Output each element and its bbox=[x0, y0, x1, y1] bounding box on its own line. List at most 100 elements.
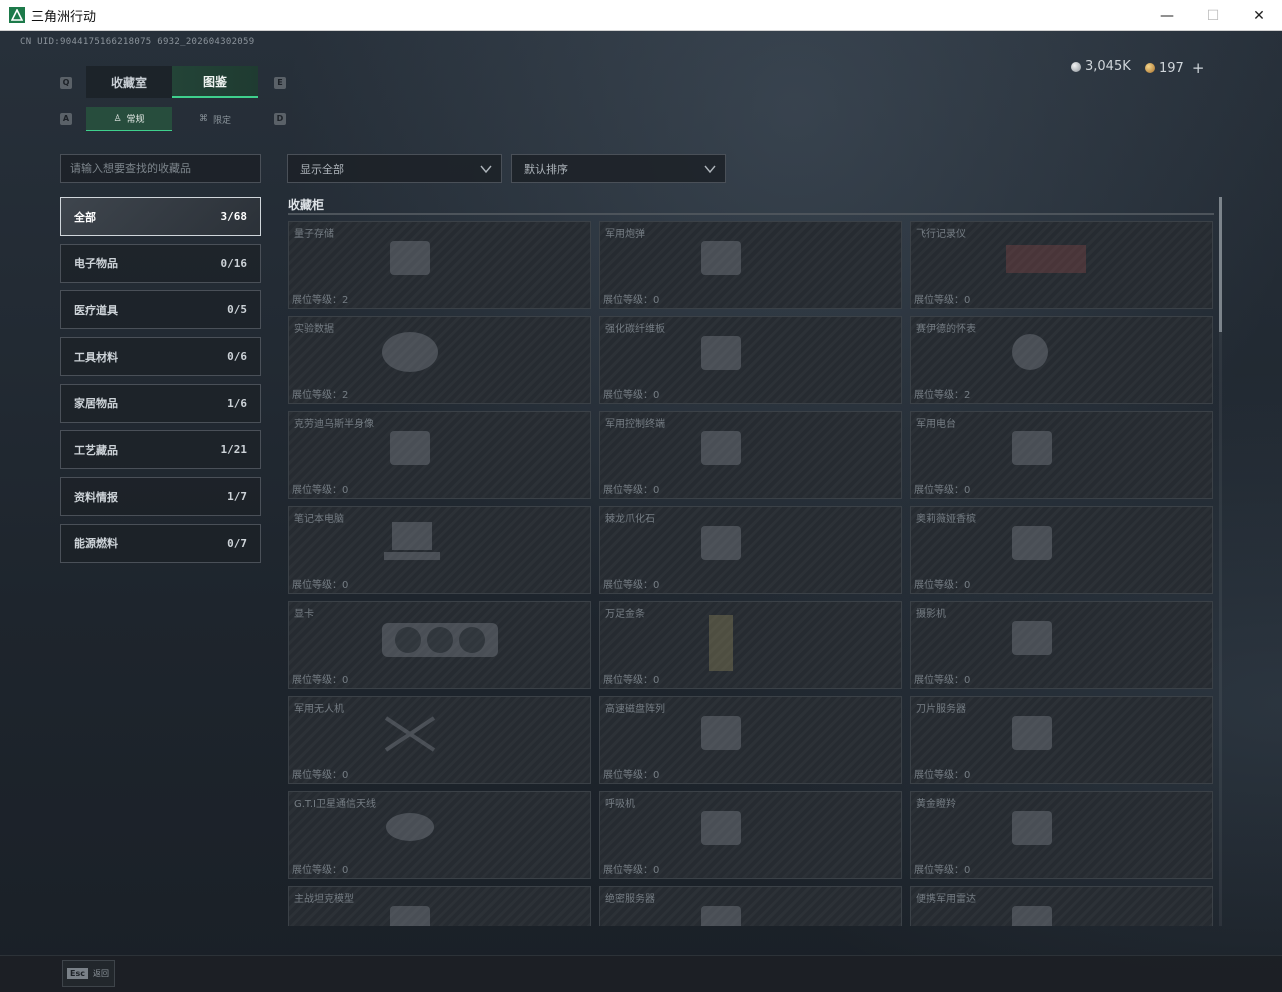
scrollbar-thumb[interactable] bbox=[1219, 197, 1222, 332]
close-button[interactable]: ✕ bbox=[1236, 0, 1282, 31]
collection-card[interactable]: 便携军用雷达 bbox=[910, 886, 1213, 926]
plate-icon bbox=[691, 330, 811, 390]
subtab-limited[interactable]: ⌘ 限定 bbox=[172, 107, 258, 131]
item-name: 呼吸机 bbox=[605, 799, 635, 810]
item-name: 赛伊德的怀表 bbox=[916, 324, 976, 335]
collection-card[interactable]: 量子存储展位等级：2 bbox=[288, 221, 591, 309]
category-intel[interactable]: 资料情报 1/7 bbox=[60, 477, 261, 517]
terminal-icon bbox=[691, 425, 811, 485]
item-name: 实验数据 bbox=[294, 324, 334, 335]
category-label: 工具材料 bbox=[74, 350, 118, 364]
collection-card[interactable]: 主战坦克模型 bbox=[288, 886, 591, 926]
app-logo-icon bbox=[9, 7, 25, 23]
collection-card[interactable]: 实验数据 展位等级：2 bbox=[288, 316, 591, 404]
category-crafts[interactable]: 工艺藏品 1/21 bbox=[60, 430, 261, 470]
level-prefix: 展位等级： bbox=[292, 295, 342, 306]
level-prefix: 展位等级： bbox=[914, 770, 964, 781]
gold-currency: 197 + bbox=[1145, 59, 1204, 77]
back-button[interactable]: Esc 返回 bbox=[62, 960, 115, 987]
level-prefix: 展位等级： bbox=[914, 865, 964, 876]
collection-search-input[interactable] bbox=[60, 154, 261, 183]
collection-card[interactable]: 军用电台 展位等级：0 bbox=[910, 411, 1213, 499]
collection-card[interactable]: 飞行记录仪 展位等级：0 bbox=[910, 221, 1213, 309]
category-count: 1/7 bbox=[227, 490, 247, 504]
tab-label: 图鉴 bbox=[202, 74, 227, 89]
item-name: 量子存储 bbox=[294, 229, 334, 240]
level-value: 0 bbox=[653, 485, 660, 496]
collection-card[interactable]: 笔记本电脑 展位等级：0 bbox=[288, 506, 591, 594]
collection-card[interactable]: 军用无人机 展位等级：0 bbox=[288, 696, 591, 784]
category-label: 能源燃料 bbox=[74, 537, 118, 551]
gazelle-icon bbox=[1002, 805, 1122, 865]
category-tools[interactable]: 工具材料 0/6 bbox=[60, 337, 261, 377]
category-energy[interactable]: 能源燃料 0/7 bbox=[60, 523, 261, 563]
collection-card[interactable]: 万足金条 展位等级：0 bbox=[599, 601, 902, 689]
gold-amount: 197 bbox=[1159, 60, 1184, 76]
maximize-button[interactable]: ☐ bbox=[1190, 0, 1236, 31]
tab-codex[interactable]: 图鉴 bbox=[172, 66, 258, 98]
collection-card[interactable]: 强化碳纤维板 展位等级：0 bbox=[599, 316, 902, 404]
collection-card[interactable]: 呼吸机展位等级：0 bbox=[599, 791, 902, 879]
drone-icon bbox=[380, 710, 500, 770]
item-name: 棘龙爪化石 bbox=[605, 514, 655, 525]
item-booth-level: 展位等级：0 bbox=[914, 766, 970, 781]
gold-bar-icon bbox=[691, 615, 811, 675]
category-list: 全部 3/68 电子物品 0/16 医疗道具 0/5 工具材料 0/6 家居物品… bbox=[60, 197, 261, 571]
collection-card[interactable]: 刀片服务器 展位等级：0 bbox=[910, 696, 1213, 784]
collection-card[interactable]: 奥莉薇娅香槟 展位等级：0 bbox=[910, 506, 1213, 594]
item-name: 军用炮弹 bbox=[605, 229, 645, 240]
add-currency-button[interactable]: + bbox=[1192, 59, 1205, 77]
level-prefix: 展位等级： bbox=[914, 295, 964, 306]
game-viewport: CN UID:9044175166218075 6932_20260430205… bbox=[0, 31, 1282, 992]
category-electronics[interactable]: 电子物品 0/16 bbox=[60, 243, 261, 283]
silver-currency: 3,045K bbox=[1071, 59, 1131, 74]
chevron-down-icon bbox=[704, 165, 716, 173]
disc-icon bbox=[380, 330, 500, 390]
filter-dropdown[interactable]: 显示全部 bbox=[287, 154, 502, 183]
category-count: 0/5 bbox=[227, 303, 247, 317]
item-booth-level: 展位等级：0 bbox=[914, 481, 970, 496]
item-booth-level: 展位等级：0 bbox=[603, 291, 659, 306]
collection-card[interactable]: 军用炮弹展位等级：0 bbox=[599, 221, 902, 309]
collection-card[interactable]: 摄影机 展位等级：0 bbox=[910, 601, 1213, 689]
item-name: 摄影机 bbox=[916, 609, 946, 620]
collection-card[interactable]: 棘龙爪化石 展位等级：0 bbox=[599, 506, 902, 594]
category-count: 3/68 bbox=[220, 210, 248, 223]
level-value: 0 bbox=[964, 580, 971, 591]
collection-card[interactable]: 显卡 展位等级：0 bbox=[288, 601, 591, 689]
tab-collection-room[interactable]: 收藏室 bbox=[86, 66, 172, 98]
collection-card[interactable]: G.T.I卫星通信天线 展位等级：0 bbox=[288, 791, 591, 879]
level-prefix: 展位等级： bbox=[292, 770, 342, 781]
window-titlebar: 三角洲行动 — ☐ ✕ bbox=[0, 0, 1282, 31]
laptop-icon bbox=[380, 520, 500, 580]
category-label: 资料情报 bbox=[74, 490, 118, 504]
collection-card[interactable]: 绝密服务器 bbox=[599, 886, 902, 926]
esc-key-badge: Esc bbox=[67, 968, 88, 979]
category-all[interactable]: 全部 3/68 bbox=[60, 197, 261, 236]
level-prefix: 展位等级： bbox=[292, 485, 342, 496]
item-name: 军用无人机 bbox=[294, 704, 344, 715]
item-name: 克劳迪乌斯半身像 bbox=[294, 419, 374, 430]
sort-dropdown[interactable]: 默认排序 bbox=[511, 154, 726, 183]
collection-card[interactable]: 克劳迪乌斯半身像 展位等级：0 bbox=[288, 411, 591, 499]
item-name: 飞行记录仪 bbox=[916, 229, 966, 240]
collection-card[interactable]: 赛伊德的怀表 展位等级：2 bbox=[910, 316, 1213, 404]
silver-coin-icon bbox=[1071, 61, 1081, 72]
item-booth-level: 展位等级：0 bbox=[292, 671, 348, 686]
collection-card[interactable]: 军用控制终端 展位等级：0 bbox=[599, 411, 902, 499]
collection-card[interactable]: 高速磁盘阵列 展位等级：0 bbox=[599, 696, 902, 784]
collection-grid-viewport: 量子存储 展位等级：2 军用炮弹 展位等级：0 飞行记录仪 展位等级：0 实验数据 展位等级：… bbox=[288, 221, 1214, 926]
tab-prev-key: Q bbox=[60, 77, 72, 89]
category-count: 1/21 bbox=[220, 443, 248, 457]
item-name: 高速磁盘阵列 bbox=[605, 704, 665, 715]
category-count: 0/6 bbox=[227, 350, 247, 364]
level-prefix: 展位等级： bbox=[603, 675, 653, 686]
category-medical[interactable]: 医疗道具 0/5 bbox=[60, 290, 261, 330]
minimize-button[interactable]: — bbox=[1144, 0, 1190, 31]
level-value: 0 bbox=[653, 295, 660, 306]
item-booth-level: 展位等级：0 bbox=[603, 861, 659, 876]
item-booth-level: 展位等级：2 bbox=[292, 291, 348, 306]
category-household[interactable]: 家居物品 1/6 bbox=[60, 383, 261, 423]
subtab-regular[interactable]: ♙ 常规 bbox=[86, 107, 172, 131]
collection-card[interactable]: 黄金瞪羚 展位等级：0 bbox=[910, 791, 1213, 879]
